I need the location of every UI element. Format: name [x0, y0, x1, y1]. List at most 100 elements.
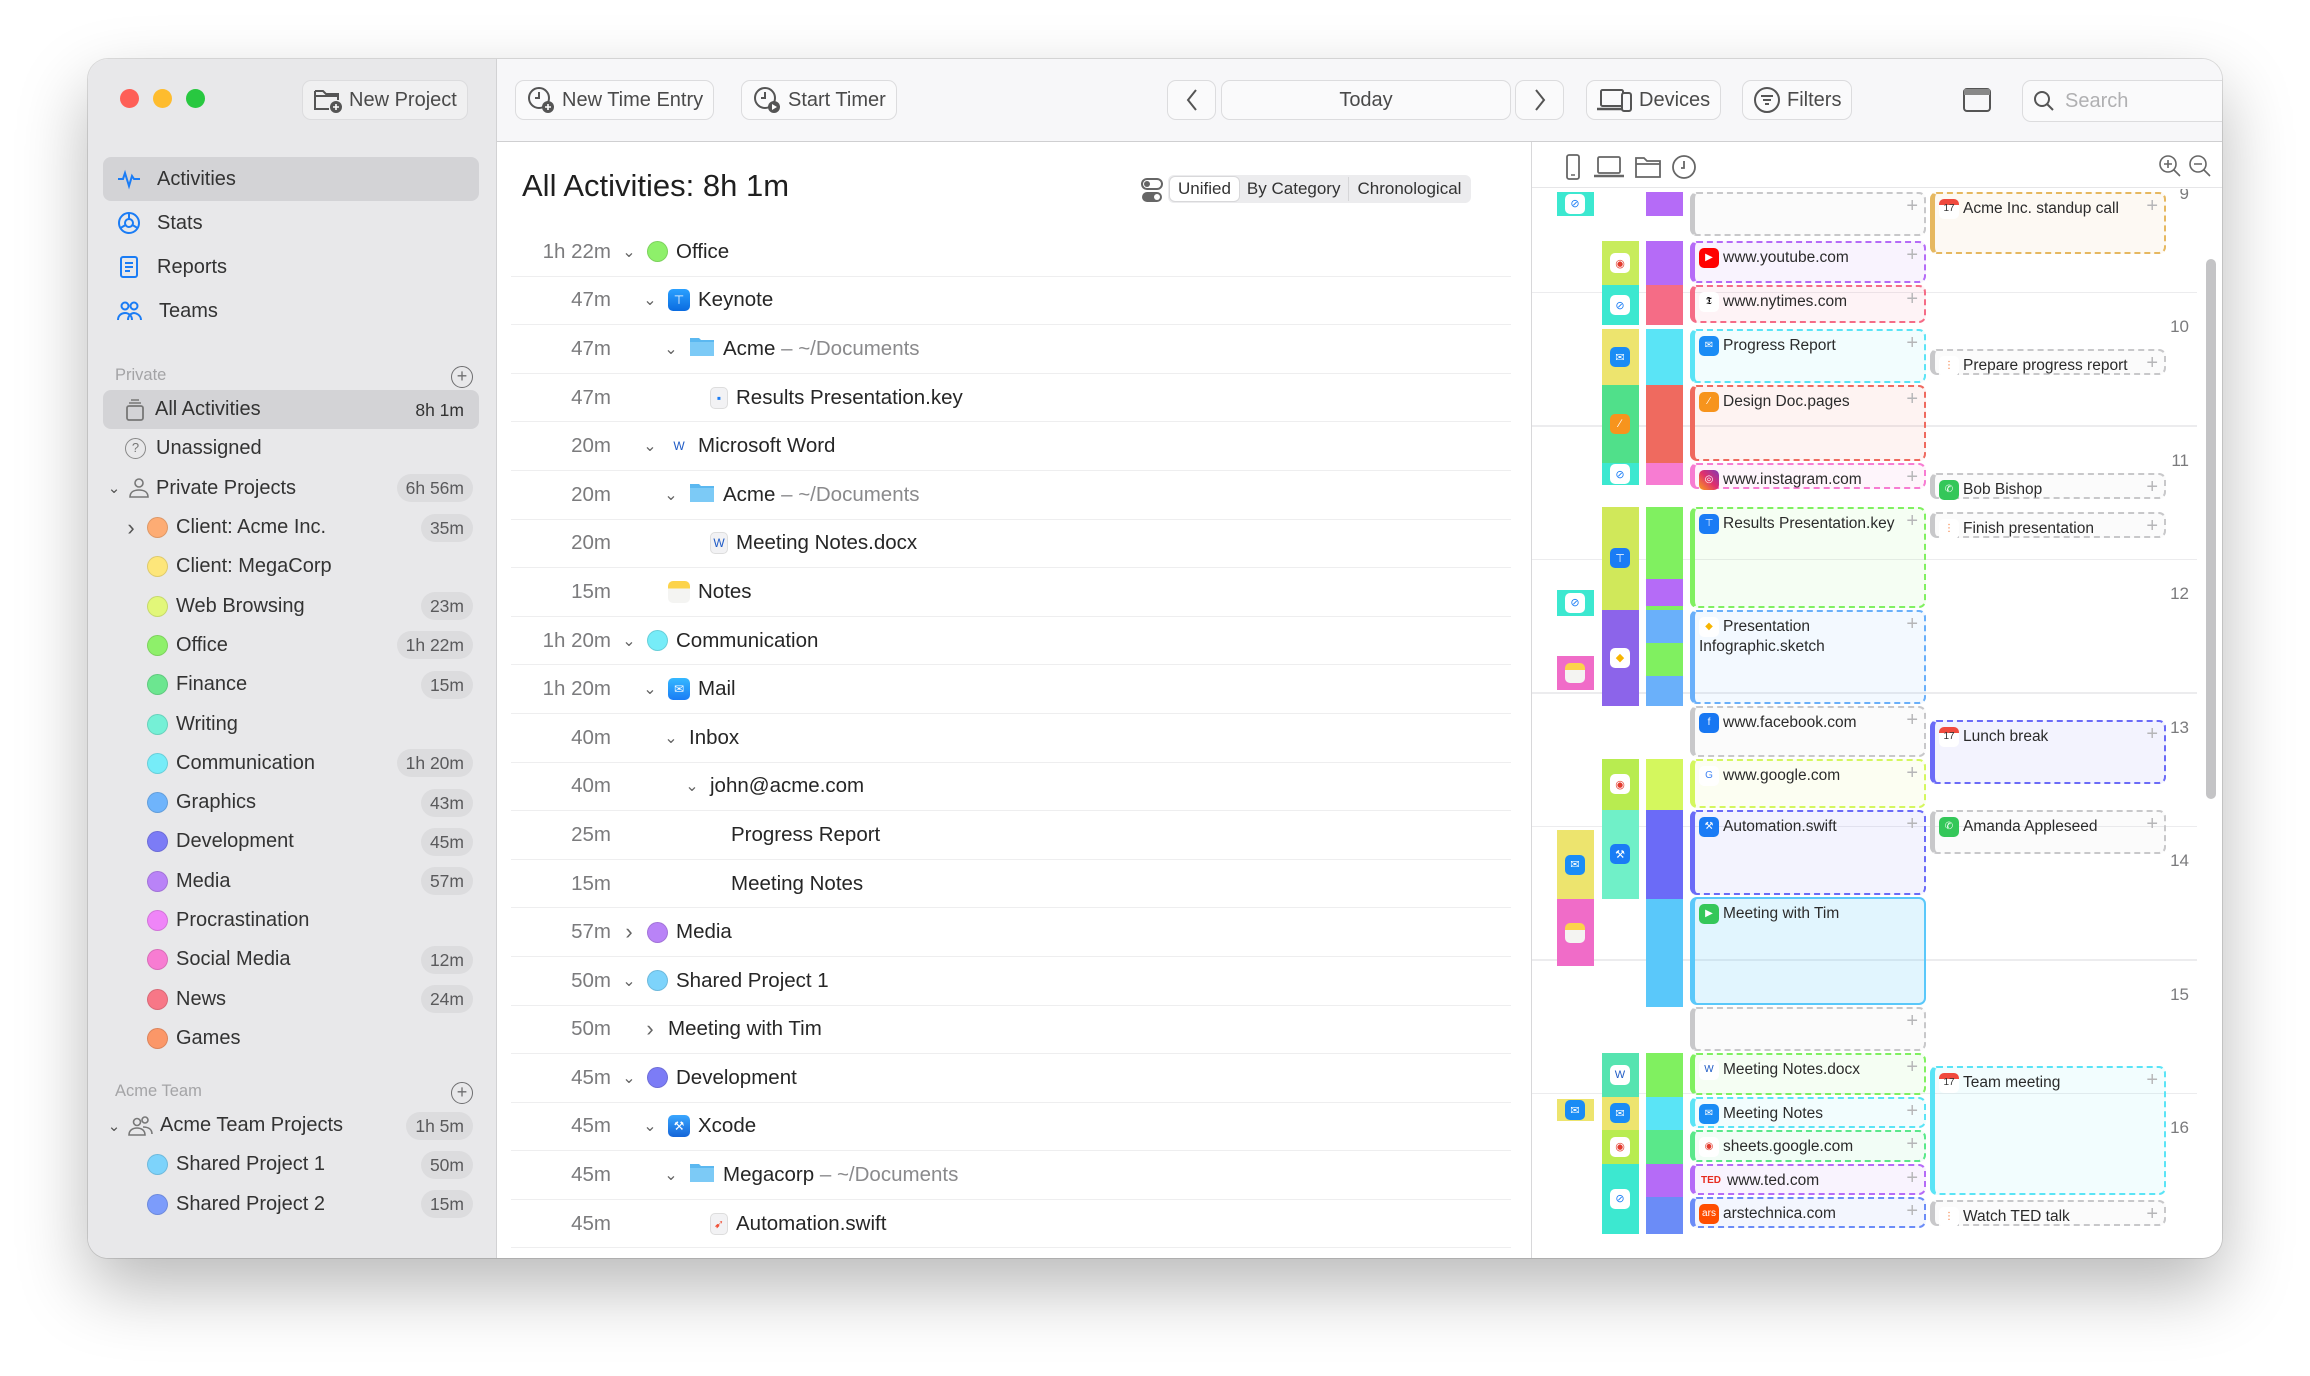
chevron-down-icon[interactable]: ⌄	[640, 679, 660, 699]
app-usage-block[interactable]: ⊤	[1602, 506, 1639, 610]
activity-row[interactable]: 20m W Meeting Notes.docx	[511, 520, 1511, 569]
app-usage-block[interactable]: ✉	[1602, 329, 1639, 386]
assign-plus-icon[interactable]: +	[1906, 1134, 1918, 1154]
devices-button[interactable]: Devices	[1586, 80, 1722, 120]
calendar-entry-card[interactable]: 17 Team meeting +	[1930, 1066, 2166, 1195]
view-mode-unified[interactable]: Unified	[1170, 177, 1239, 201]
nav-teams[interactable]: Teams	[103, 289, 479, 333]
assign-plus-icon[interactable]: +	[1906, 1101, 1918, 1121]
assign-plus-icon[interactable]: +	[1906, 511, 1918, 531]
search-field[interactable]	[2022, 80, 2222, 122]
calendar-entry-card[interactable]: ✆ Amanda Appleseed +	[1930, 809, 2166, 855]
assign-plus-icon[interactable]: +	[2146, 196, 2158, 216]
activity-row[interactable]: 1h 20m ⌄ Communication	[511, 617, 1511, 666]
assign-plus-icon[interactable]: +	[1906, 1201, 1918, 1221]
app-usage-block[interactable]: ⊘	[1602, 285, 1639, 326]
category-usage-block[interactable]	[1646, 578, 1683, 606]
previous-day-button[interactable]	[1167, 80, 1216, 120]
chevron-down-icon[interactable]: ⌄	[640, 436, 660, 456]
calendar-entry-card[interactable]: 17 Acme Inc. standup call +	[1930, 191, 2166, 254]
category-usage-block[interactable]	[1646, 385, 1683, 463]
activity-row[interactable]: 20m ⌄ W Microsoft Word	[511, 422, 1511, 471]
assign-plus-icon[interactable]: +	[2146, 477, 2158, 497]
calendar-entry-card[interactable]: ⋮ Prepare progress report +	[1930, 349, 2166, 377]
assign-plus-icon[interactable]: +	[1906, 814, 1918, 834]
folder-icon[interactable]	[1635, 155, 1661, 179]
category-usage-block[interactable]	[1646, 1052, 1683, 1097]
activity-row[interactable]: 1h 20m ⌄ ✉ Mail	[511, 665, 1511, 714]
start-timer-button[interactable]: Start Timer	[741, 80, 897, 120]
chevron-down-icon[interactable]: ⌄	[640, 290, 660, 310]
category-usage-block[interactable]	[1646, 329, 1683, 386]
timeline-body[interactable]: 9 10 11 12 13 14 15 16 ⊘ ⊘ ✉ ✉ ◉ ⊘ ✉ ∕ ⊘ ⊤ ◆ ◉ ⚒ W ✉ ◉ ⊘ + ▶ www.yo…	[1532, 189, 2222, 1258]
clock-icon[interactable]	[1671, 154, 1697, 180]
activity-row[interactable]: 47m ⌄ ⊤ Keynote	[511, 277, 1511, 326]
activity-entry-card[interactable]: ◉ sheets.google.com +	[1690, 1130, 1926, 1162]
calendar-entry-card[interactable]: ✆ Bob Bishop +	[1930, 473, 2166, 501]
activity-entry-card[interactable]: Gwww.google.com +	[1690, 759, 1926, 808]
chevron-down-icon[interactable]: ⌄	[661, 339, 681, 359]
assign-plus-icon[interactable]: +	[1906, 1168, 1918, 1188]
zoom-out-icon[interactable]	[2188, 154, 2212, 178]
nav-reports[interactable]: Reports	[103, 245, 479, 289]
project-item[interactable]: Procrastination	[103, 901, 479, 940]
new-time-entry-button[interactable]: New Time Entry	[515, 80, 715, 120]
assign-plus-icon[interactable]: +	[2146, 516, 2158, 536]
assign-plus-icon[interactable]: +	[2146, 1204, 2158, 1224]
activity-entry-card[interactable]: ars arstechnica.com +	[1690, 1196, 1926, 1229]
category-usage-block[interactable]	[1646, 759, 1683, 810]
category-usage-block[interactable]	[1646, 1196, 1683, 1235]
category-usage-block[interactable]	[1646, 809, 1683, 900]
chevron-down-icon[interactable]: ⌄	[619, 1068, 639, 1088]
activity-entry-card[interactable]: ✉ Meeting Notes +	[1690, 1096, 1926, 1129]
activity-entry-card[interactable]: W Meeting Notes.docx +	[1690, 1052, 1926, 1095]
category-usage-block[interactable]	[1646, 642, 1683, 677]
app-usage-block[interactable]: ⊘	[1602, 462, 1639, 486]
view-mode-chronological[interactable]: Chronological	[1349, 177, 1469, 201]
assign-plus-icon[interactable]: +	[2146, 724, 2158, 744]
project-item[interactable]: Writing	[103, 704, 479, 743]
chevron-down-icon[interactable]: ⌄	[106, 479, 122, 497]
chevron-right-icon[interactable]: ›	[619, 919, 639, 945]
activity-entry-card[interactable]: ⚒ Automation.swift +	[1690, 809, 1926, 895]
today-button[interactable]: Today	[1221, 80, 1511, 120]
activity-entry-card[interactable]: f www.facebook.com +	[1690, 705, 1926, 758]
category-usage-block[interactable]	[1646, 1130, 1683, 1164]
project-item[interactable]: Games	[103, 1019, 479, 1058]
device-usage-block[interactable]: ✉	[1557, 1099, 1594, 1121]
activity-entry-card[interactable]: ▶ www.youtube.com +	[1690, 241, 1926, 284]
project-item[interactable]: Shared Project 2 15m	[103, 1185, 479, 1224]
chevron-down-icon[interactable]: ⌄	[619, 971, 639, 991]
app-usage-block[interactable]: ◉	[1602, 241, 1639, 286]
activity-row[interactable]: 57m › Media	[511, 908, 1511, 957]
activity-row[interactable]: 50m › Meeting with Tim	[511, 1006, 1511, 1055]
chevron-down-icon[interactable]: ⌄	[661, 1165, 681, 1185]
device-usage-block[interactable]: ⊘	[1557, 589, 1594, 617]
device-usage-block[interactable]	[1557, 656, 1594, 690]
activity-entry-card[interactable]: TED www.ted.com +	[1690, 1163, 1926, 1195]
activity-entry-card[interactable]: ◎ www.instagram.com +	[1690, 462, 1926, 490]
team-projects-group[interactable]: ⌄ Acme Team Projects 1h 5m	[103, 1106, 479, 1145]
activity-entry-card[interactable]: +	[1690, 1007, 1926, 1051]
project-item[interactable]: Shared Project 1 50m	[103, 1145, 479, 1184]
toggle-options-button[interactable]	[1141, 178, 1163, 209]
assign-plus-icon[interactable]: +	[2146, 353, 2158, 373]
project-item[interactable]: › Client: Acme Inc. 35m	[103, 508, 479, 547]
project-item[interactable]: Graphics 43m	[103, 783, 479, 822]
activity-row[interactable]: 47m ⌄ Acme – ~/Documents	[511, 325, 1511, 374]
category-usage-block[interactable]	[1646, 676, 1683, 706]
timeline-scrollbar[interactable]	[2206, 259, 2216, 799]
activity-row[interactable]: 20m ⌄ Acme – ~/Documents	[511, 471, 1511, 520]
add-team-project-button[interactable]: +	[451, 1082, 473, 1104]
assign-plus-icon[interactable]: +	[1906, 389, 1918, 409]
view-mode-by-category[interactable]: By Category	[1239, 177, 1350, 201]
project-item[interactable]: Client: MegaCorp	[103, 547, 479, 586]
private-projects-group[interactable]: ⌄ Private Projects 6h 56m	[103, 469, 479, 508]
minimize-window-button[interactable]	[153, 89, 172, 108]
activity-entry-card[interactable]: ∕ Design Doc.pages +	[1690, 385, 1926, 461]
assign-plus-icon[interactable]: +	[2146, 1070, 2158, 1090]
app-usage-block[interactable]: ⊘	[1602, 1163, 1639, 1235]
assign-plus-icon[interactable]: +	[1906, 710, 1918, 730]
assign-plus-icon[interactable]: +	[1906, 614, 1918, 634]
category-usage-block[interactable]	[1646, 285, 1683, 326]
